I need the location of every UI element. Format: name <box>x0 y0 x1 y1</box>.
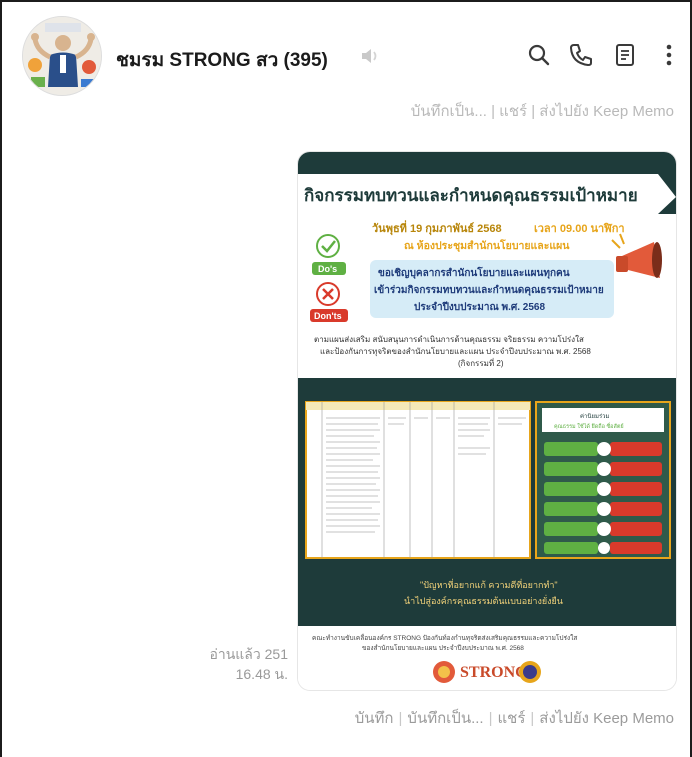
poster-title: กิจกรรมทบทวนและกำหนดคุณธรรมเป้าหมาย <box>304 186 638 206</box>
chat-title[interactable]: ชมรม STRONG สว (395) <box>116 45 328 75</box>
poster-place: ณ ห้องประชุมสำนักนโยบายและแผน <box>404 239 570 253</box>
separator: | <box>530 710 535 727</box>
chat-header: ชมรม STRONG สว (395) <box>2 2 690 96</box>
phone-icon[interactable] <box>568 42 594 68</box>
search-icon[interactable] <box>526 42 552 68</box>
invite-line-3: ประจำปีงบประมาณ พ.ศ. 2568 <box>414 301 545 313</box>
invite-line-1: ขอเชิญบุคลากรสำนักนโยบายและแผนทุกคน <box>378 266 570 279</box>
poster-table <box>305 401 531 559</box>
separator: | <box>488 710 493 727</box>
desc-line-1: ตามแผนส่งเสริม สนับสนุนการดำเนินการด้านค… <box>314 334 584 344</box>
invite-line-2: เข้าร่วมกิจกรรมทบทวนและกำหนดคุณธรรมเป้าห… <box>374 284 604 296</box>
panel-title: ค่านิยมร่วม <box>580 413 610 420</box>
save-as-action[interactable]: บันทึกเป็น... <box>407 710 483 727</box>
keep-memo-action[interactable]: ส่งไปยัง Keep Memo <box>539 710 674 727</box>
donts-label: Don'ts <box>314 311 342 321</box>
group-avatar[interactable] <box>22 16 102 96</box>
poster-time: เวลา 09.00 นาฬิกา <box>534 222 625 235</box>
poster-quote-1: "ปัญหาที่อยากแก้ ความดีที่อยากทำ" <box>420 578 558 590</box>
desc-line-2: และป้องกันการทุจริตของสำนักนโยบายและแผน … <box>320 346 591 356</box>
poster-footer-1: คณะทำงานขับเคลื่อนองค์กร STRONG ปัองกันท… <box>312 633 577 642</box>
save-action[interactable]: บันทึก <box>355 710 394 727</box>
avatar-image <box>23 17 101 95</box>
message-meta: อ่านแล้ว 251 16.48 น. <box>209 644 288 684</box>
poster-values-panel: ค่านิยมร่วม คุณธรรม ใช้ได้ ยึดถือ ซื่อสั… <box>535 401 671 559</box>
share-action[interactable]: แชร์ <box>497 710 525 727</box>
dos-label: Do's <box>318 264 337 274</box>
logo-strong: STRONG <box>460 664 528 681</box>
separator: | <box>398 710 403 727</box>
message-time: 16.48 น. <box>235 666 288 682</box>
mute-icon <box>362 49 377 63</box>
notes-icon[interactable] <box>612 42 638 68</box>
poster-image: กิจกรรมทบทวนและกำหนดคุณธรรมเป้าหมาย วันพ… <box>298 152 676 690</box>
poster-top-band <box>298 152 676 170</box>
poster-date: วันพุธที่ 19 กุมภาพันธ์ 2568 <box>372 220 502 236</box>
poster-quote-2: นำไปสู่องค์กรคุณธรรมต้นแบบอย่างยั่งยืน <box>404 594 563 607</box>
memo-actions: บันทึก | บันทึกเป็น... | แชร์ | ส่งไปยัง Keep … <box>355 706 674 730</box>
memo-actions-previous[interactable]: บันทึกเป็น... | แชร์ | ส่งไปยัง Keep Mem… <box>411 99 674 119</box>
image-message[interactable]: กิจกรรมทบทวนและกำหนดคุณธรรมเป้าหมาย วันพ… <box>298 152 676 690</box>
read-status: อ่านแล้ว 251 <box>209 646 288 662</box>
panel-subtitle: คุณธรรม ใช้ได้ ยึดถือ ซื่อสัตย์ <box>554 422 624 430</box>
more-icon[interactable] <box>656 42 682 68</box>
desc-line-3: (กิจกรรมที่ 2) <box>458 357 504 368</box>
poster-footer-2: ของสำนักนโยบายและแผน ประจำปีงบประมาณ พ.ศ… <box>362 644 524 652</box>
